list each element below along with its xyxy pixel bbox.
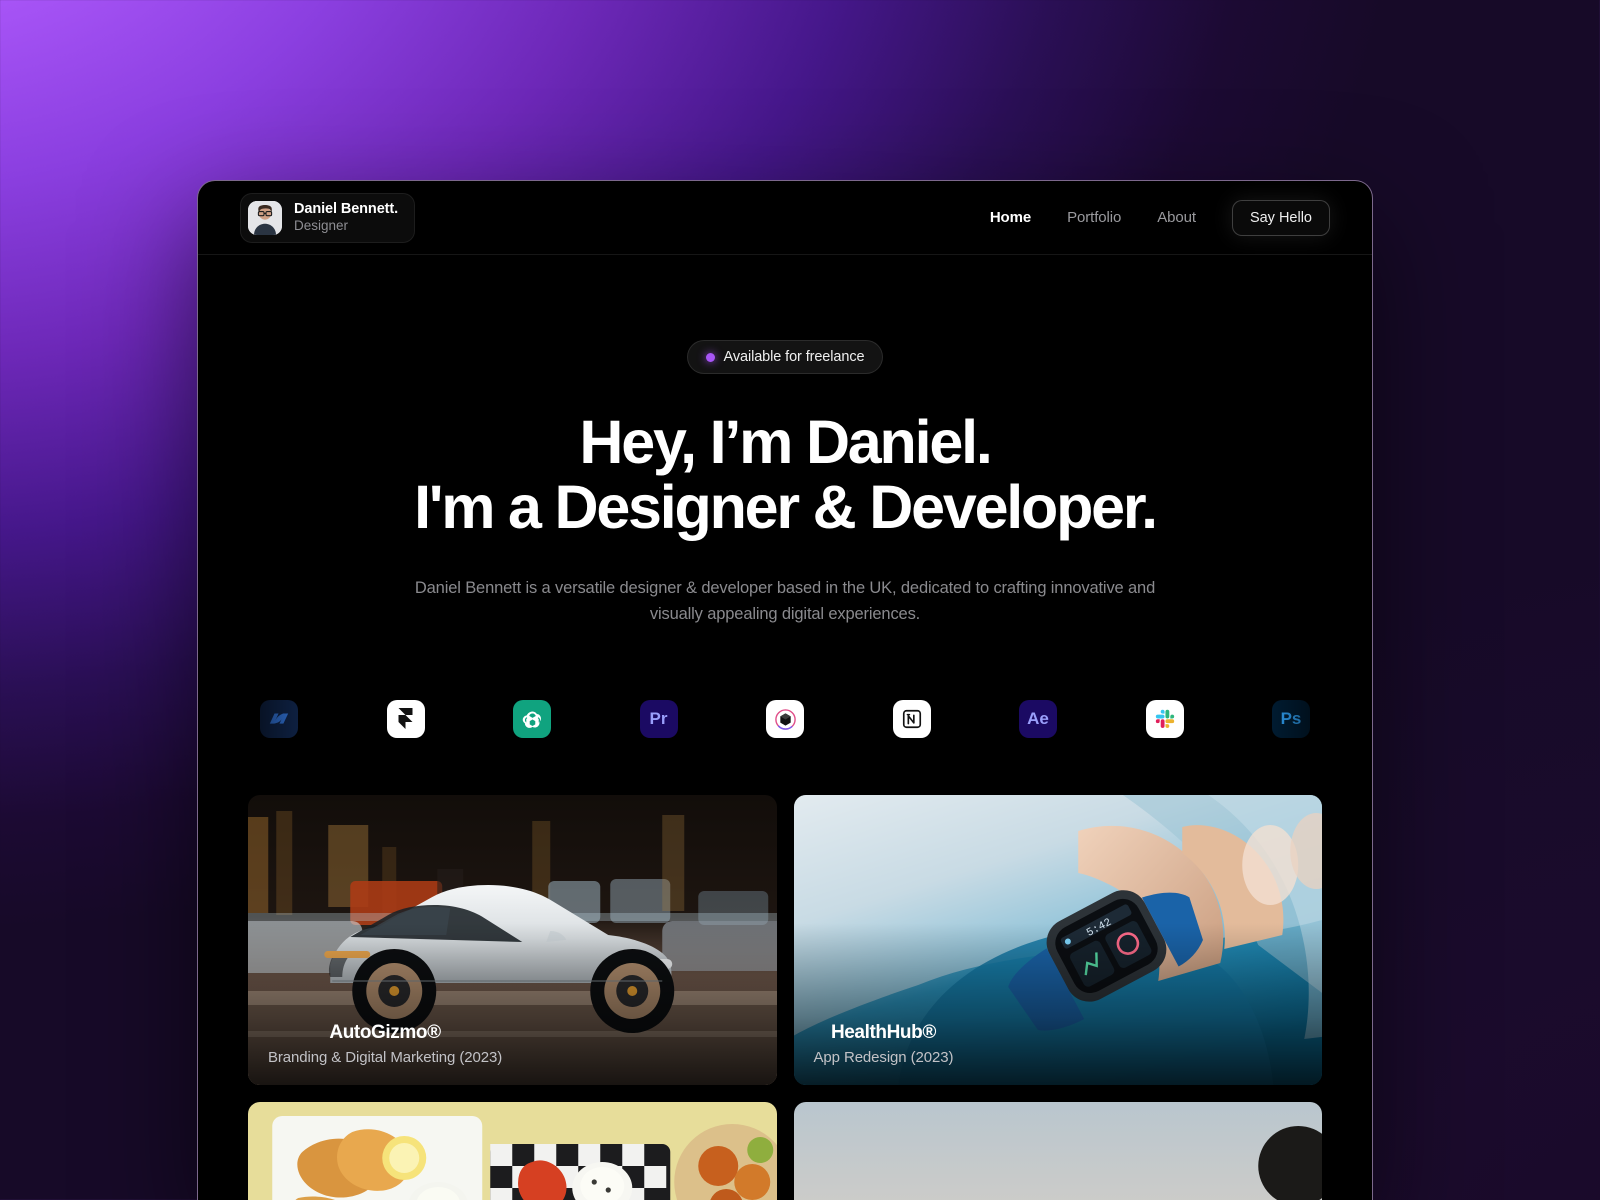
work-card-healthhub[interactable]: 5:42 — [793, 795, 1322, 1086]
hero-section: Available for freelance Hey, I’m Daniel.… — [198, 255, 1372, 1200]
status-dot-icon — [705, 352, 715, 362]
nav-link-about[interactable]: About — [1157, 209, 1196, 226]
photoshop-icon: Ps — [1280, 709, 1302, 729]
tool-webflow[interactable] — [260, 700, 298, 739]
webflow-icon — [269, 713, 289, 724]
nav-link-home[interactable]: Home — [990, 209, 1031, 226]
framer-icon — [398, 708, 413, 730]
main-nav: Home Portfolio About Say Hello — [990, 199, 1330, 236]
tool-after-effects[interactable]: Ae — [1019, 700, 1057, 739]
avatar — [248, 200, 282, 235]
work-card-food[interactable] — [248, 1102, 777, 1200]
card-title: AutoGizmo® — [329, 1022, 441, 1044]
hero-subtitle: Daniel Bennett is a versatile designer &… — [414, 578, 1156, 623]
brand-name: Daniel Bennett. — [294, 200, 399, 217]
card-image-food-flatlay — [248, 1102, 777, 1200]
page-title: Hey, I’m Daniel. I'm a Designer & Develo… — [198, 408, 1372, 542]
after-effects-icon: Ae — [1027, 709, 1049, 729]
headline-line-1: Hey, I’m Daniel. — [579, 408, 992, 476]
nav-link-portfolio[interactable]: Portfolio — [1067, 209, 1121, 226]
card-subtitle: Branding & Digital Marketing (2023) — [268, 1049, 503, 1067]
say-hello-button[interactable]: Say Hello — [1231, 199, 1330, 236]
chatgpt-icon — [522, 711, 541, 728]
notion-icon — [902, 710, 921, 729]
tool-spline[interactable] — [766, 700, 804, 739]
tool-photoshop[interactable]: Ps — [1272, 700, 1310, 739]
slack-icon — [1155, 710, 1174, 729]
spline-icon — [774, 709, 796, 730]
avatar-portrait-icon — [248, 200, 282, 235]
tool-premiere-pro[interactable]: Pr — [639, 700, 678, 739]
tool-slack[interactable] — [1145, 700, 1184, 739]
work-card-desert[interactable] — [793, 1102, 1322, 1200]
card-subtitle: App Redesign (2023) — [813, 1049, 954, 1067]
tools-marquee: Pr Ae Ps — [198, 684, 1372, 755]
site-header: Daniel Bennett. Designer Home Portfolio … — [198, 181, 1372, 255]
tool-framer[interactable] — [386, 700, 425, 739]
brand-role: Designer — [294, 218, 349, 234]
premiere-pro-icon: Pr — [649, 709, 668, 729]
headline-line-2: I'm a Designer & Developer. — [414, 473, 1158, 542]
card-title: HealthHub® — [830, 1022, 936, 1044]
card-image-desert-landscape — [793, 1102, 1322, 1200]
availability-badge: Available for freelance — [686, 340, 884, 374]
work-grid: AutoGizmo® Branding & Digital Marketing … — [198, 795, 1372, 1200]
tool-chatgpt[interactable] — [513, 700, 551, 739]
availability-badge-label: Available for freelance — [723, 349, 865, 365]
site-frame: Daniel Bennett. Designer Home Portfolio … — [197, 180, 1373, 1200]
work-card-autogizmo[interactable]: AutoGizmo® Branding & Digital Marketing … — [248, 795, 777, 1086]
tool-notion[interactable] — [892, 700, 931, 739]
brand-block[interactable]: Daniel Bennett. Designer — [240, 192, 416, 243]
